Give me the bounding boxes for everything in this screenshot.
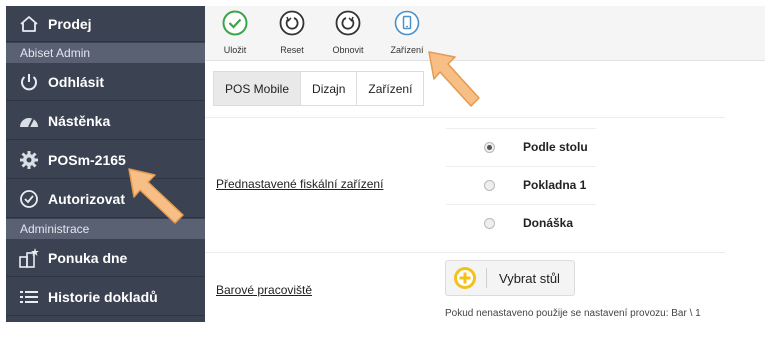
sidebar-item-label: Prodej	[48, 15, 92, 32]
radio-option-label: Pokladna 1	[523, 178, 587, 192]
tab-pos-mobile[interactable]: POS Mobile	[213, 71, 302, 106]
gear-icon	[18, 149, 40, 171]
check-icon	[222, 10, 248, 36]
button-separator	[486, 268, 487, 288]
dashboard-icon	[18, 110, 40, 132]
radio-option-podle-stolu[interactable]: Podle stolu	[446, 128, 596, 165]
sidebar-item-prodej[interactable]: Prodej	[6, 6, 205, 42]
select-table-label: Vybrat stůl	[499, 270, 560, 286]
sidebar-item-ponuka-dne[interactable]: Ponuka dne	[6, 239, 205, 277]
check-circle-icon	[18, 188, 40, 210]
sidebar-item-label: Autorizovat	[48, 190, 125, 207]
device-icon	[394, 10, 420, 36]
fiscal-device-label: Přednastavené fiskální zařízení	[216, 177, 384, 191]
reset-icon	[279, 10, 305, 36]
sidebar-section-abiset-admin: Abiset Admin	[6, 43, 205, 63]
radio-button-checked[interactable]	[484, 141, 495, 153]
sidebar-item-nastenka[interactable]: Nástěnka	[6, 102, 205, 140]
reset-button-label: Reset	[280, 45, 304, 55]
refresh-icon	[335, 10, 361, 36]
daily-menu-icon	[18, 247, 40, 269]
sidebar-item-label: POSm-2165	[48, 151, 126, 168]
power-icon	[18, 71, 40, 93]
radio-option-pokladna-1[interactable]: Pokladna 1	[446, 166, 596, 203]
annotation-arrow-icon	[428, 51, 480, 107]
reset-button[interactable]: Reset	[262, 10, 322, 55]
annotation-arrow-icon	[128, 168, 184, 224]
sidebar-item-label: Odhlásit	[48, 73, 105, 90]
bar-workstation-hint: Pokud nenastaveno použije se nastavení p…	[445, 308, 701, 319]
home-icon	[18, 13, 40, 35]
sidebar-item-label: Ponuka dne	[48, 249, 128, 266]
radio-option-label: Podle stolu	[523, 140, 588, 154]
sidebar-item-odhlasit[interactable]: Odhlásit	[6, 63, 205, 101]
save-button-label: Uložit	[223, 45, 247, 55]
plus-icon	[454, 267, 476, 289]
select-table-button[interactable]: Vybrat stůl	[445, 260, 575, 296]
radio-option-label: Donáška	[523, 216, 574, 230]
bar-workstation-label: Barové pracoviště	[216, 283, 313, 297]
toolbar: Uložit Reset Obnovit Zařízení	[205, 6, 765, 61]
tab-dizajn[interactable]: Dizajn	[300, 71, 358, 106]
tab-bar: POS Mobile Dizajn Zařízení	[213, 71, 425, 106]
radio-button[interactable]	[484, 217, 495, 229]
save-button[interactable]: Uložit	[205, 10, 265, 55]
sidebar: Prodej Abiset Admin Odhlásit Nástěnka PO…	[6, 6, 205, 322]
list-icon	[18, 286, 40, 308]
radio-option-donaska[interactable]: Donáška	[446, 204, 596, 241]
sidebar-item-historie-dokladu[interactable]: Historie dokladů	[6, 278, 205, 316]
tabs-divider	[205, 117, 725, 118]
radio-button[interactable]	[484, 179, 495, 191]
refresh-button[interactable]: Obnovit	[318, 10, 378, 55]
sidebar-item-label: Nástěnka	[48, 112, 111, 129]
refresh-button-label: Obnovit	[332, 45, 364, 55]
sidebar-item-label: Historie dokladů	[48, 288, 158, 305]
form-divider	[205, 252, 725, 253]
tab-zarizeni[interactable]: Zařízení	[356, 71, 425, 106]
